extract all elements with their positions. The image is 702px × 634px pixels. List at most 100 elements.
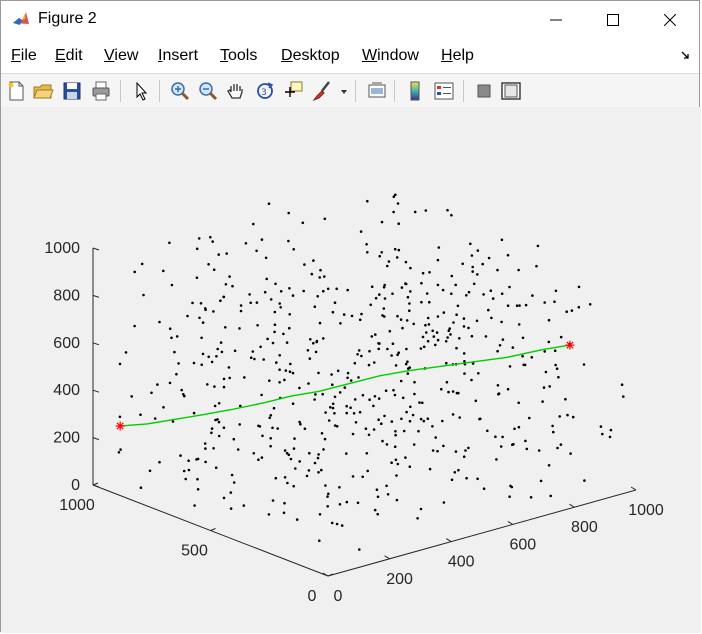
- link-plot-icon[interactable]: [366, 80, 388, 102]
- scatter-point: [494, 435, 497, 439]
- brush-icon[interactable]: [311, 80, 333, 102]
- scatter-point: [376, 495, 380, 499]
- scatter-point: [395, 256, 399, 259]
- scatter-point: [214, 466, 218, 470]
- new-figure-icon[interactable]: [5, 80, 27, 102]
- scatter-point: [364, 427, 368, 431]
- scatter-point: [455, 313, 458, 317]
- hide-plot-tools-icon[interactable]: [473, 80, 495, 102]
- scatter-point: [353, 398, 357, 401]
- scatter-point: [260, 393, 263, 397]
- scatter-point: [212, 310, 215, 313]
- scatter-point: [419, 417, 423, 421]
- scatter-point: [182, 469, 186, 473]
- show-plot-tools-icon[interactable]: [500, 80, 522, 102]
- scatter-point: [373, 395, 377, 398]
- select-arrow-icon[interactable]: [131, 80, 153, 102]
- scatter-point: [541, 400, 544, 403]
- scatter-point: [315, 340, 319, 344]
- scatter-point: [386, 347, 389, 351]
- z-axis-ticks: 0 200 400 600 800 1000: [44, 240, 100, 494]
- minimize-button[interactable]: [533, 1, 579, 39]
- scatter-point: [387, 260, 391, 263]
- scatter-point: [232, 437, 236, 441]
- y-tick-mark: [92, 482, 99, 486]
- maximize-button[interactable]: [590, 1, 636, 39]
- scatter-point: [394, 193, 397, 197]
- scatter-point: [252, 222, 255, 226]
- scatter-point: [288, 287, 291, 290]
- minimize-icon: [550, 19, 562, 21]
- zoom-in-icon[interactable]: [169, 80, 191, 102]
- scatter-point: [360, 312, 363, 316]
- scatter-point: [451, 390, 455, 393]
- scatter-point: [397, 222, 401, 225]
- y-tick-label: 500: [181, 543, 208, 560]
- menu-edit[interactable]: Edit: [55, 47, 83, 65]
- scatter-point: [292, 447, 296, 450]
- z-tick-mark: [92, 247, 100, 251]
- scatter-point: [518, 304, 521, 307]
- scatter-point: [450, 213, 453, 217]
- scatter-point: [183, 394, 186, 398]
- legend-icon[interactable]: [433, 80, 455, 102]
- scatter-point: [467, 290, 471, 294]
- close-button[interactable]: [647, 1, 693, 39]
- scatter-point: [406, 295, 410, 299]
- scatter-point: [252, 452, 256, 455]
- y-axis-ticks: 0 500 1000: [59, 482, 334, 605]
- scatter-point: [373, 508, 377, 512]
- scatter-point: [373, 361, 376, 364]
- colorbar-icon[interactable]: [404, 80, 426, 102]
- scatter-point: [413, 210, 417, 214]
- scatter-point: [500, 320, 503, 324]
- scatter-point: [553, 300, 556, 304]
- scatter-point: [322, 337, 325, 340]
- menu-help[interactable]: Help: [441, 47, 474, 65]
- scatter-point: [436, 258, 440, 262]
- scatter-point: [187, 468, 191, 472]
- scatter-point: [361, 393, 365, 397]
- brush-dropdown-icon[interactable]: [338, 80, 350, 102]
- scatter-point: [140, 262, 144, 266]
- scatter-point: [396, 314, 399, 318]
- scatter-point: [464, 449, 467, 452]
- scatter-point: [273, 310, 277, 314]
- scatter-point: [345, 411, 349, 415]
- scatter-point: [232, 481, 236, 484]
- scatter-point: [496, 384, 500, 387]
- scatter-point: [358, 410, 362, 414]
- menu-view[interactable]: View: [104, 47, 138, 65]
- x-tick-label: 200: [386, 571, 413, 588]
- menu-desktop[interactable]: Desktop: [281, 47, 340, 65]
- scatter-point: [216, 347, 219, 351]
- scatter-point: [298, 460, 302, 463]
- menu-insert[interactable]: Insert: [158, 47, 198, 65]
- data-cursor-icon[interactable]: [282, 80, 304, 102]
- pan-hand-icon[interactable]: [225, 80, 247, 102]
- scatter-point: [210, 431, 213, 435]
- menu-file[interactable]: File: [11, 47, 37, 65]
- scatter-point: [255, 301, 259, 304]
- scatter-point: [313, 305, 317, 309]
- scatter-point: [200, 336, 203, 340]
- menu-tools[interactable]: Tools: [220, 47, 257, 65]
- scatter-point: [476, 249, 480, 252]
- menu-window[interactable]: Window: [362, 47, 419, 65]
- dock-figure-icon[interactable]: [681, 51, 691, 61]
- scatter-point: [416, 517, 419, 520]
- save-icon[interactable]: [61, 80, 83, 102]
- scatter-point: [320, 468, 323, 472]
- scatter-point: [287, 239, 290, 243]
- scatter-point: [463, 372, 466, 375]
- print-icon[interactable]: [90, 80, 112, 102]
- scatter-point: [370, 335, 374, 338]
- rotate-3d-icon[interactable]: 3: [254, 80, 276, 102]
- zoom-out-icon[interactable]: [197, 80, 219, 102]
- title-bar[interactable]: Figure 2: [1, 1, 699, 39]
- open-icon[interactable]: [32, 80, 54, 102]
- scatter-point: [358, 318, 362, 322]
- 3d-scatter-plot[interactable]: 0 200 400 600 800 1000 0 200 400 600 800 1000 0 500…: [0, 106, 700, 632]
- scatter-point: [543, 301, 546, 304]
- scatter-point: [278, 302, 282, 305]
